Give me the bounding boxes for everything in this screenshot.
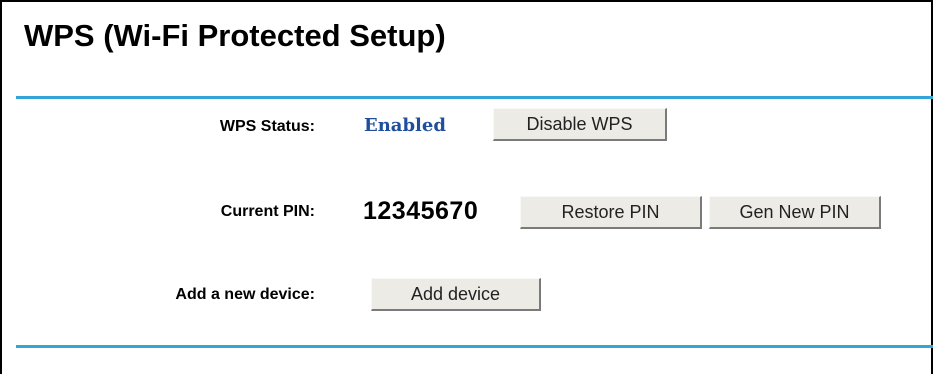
wps-status-label: WPS Status: (219, 118, 315, 135)
restore-pin-button[interactable]: Restore PIN (520, 196, 702, 229)
bottom-divider (16, 345, 933, 348)
gen-new-pin-button[interactable]: Gen New PIN (709, 196, 881, 229)
current-pin-value: 12345670 (363, 197, 479, 225)
wps-status-value: Enabled (364, 115, 446, 136)
current-pin-label: Current PIN: (220, 203, 315, 220)
top-divider (16, 96, 933, 99)
disable-wps-button[interactable]: Disable WPS (493, 108, 667, 141)
add-device-button[interactable]: Add device (371, 278, 541, 311)
add-device-label: Add a new device: (175, 286, 315, 303)
page-title: WPS (Wi-Fi Protected Setup) (24, 18, 446, 53)
wps-panel: WPS (Wi-Fi Protected Setup) WPS Status: … (0, 0, 933, 374)
